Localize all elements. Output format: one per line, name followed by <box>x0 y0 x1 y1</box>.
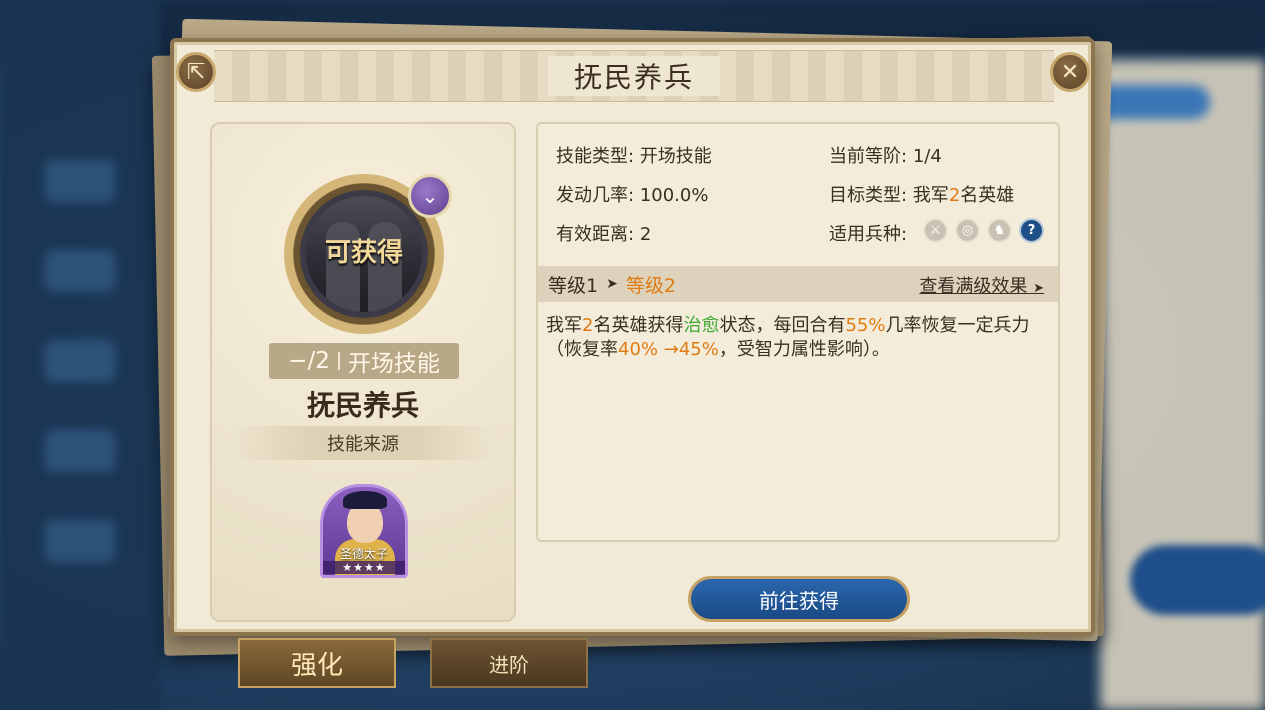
tab-advance[interactable]: 进阶 <box>430 638 588 688</box>
goto-obtain-button[interactable]: 前往获得 <box>688 576 910 622</box>
target-type-row: 目标类型: 我军2名英雄 <box>829 181 1014 207</box>
desc-text: ，受智力属性影响）。 <box>718 339 890 360</box>
skill-type-label: 技能类型: <box>556 146 635 167</box>
target-type-label: 目标类型: <box>829 185 908 206</box>
range-value: 2 <box>639 224 652 245</box>
level-next[interactable]: 等级2 <box>626 271 676 298</box>
title-bar: 抚民养兵 <box>214 50 1054 102</box>
current-rank-value: 1/4 <box>912 146 942 167</box>
desc-heal-to: 45% <box>678 339 719 360</box>
skill-detail-panel: 技能类型: 开场技能 当前等阶: 1/4 发动几率: 100.0% 目标类型: … <box>536 122 1060 542</box>
close-icon: ✕ <box>1060 59 1080 85</box>
range-label: 有效距离: <box>556 224 635 245</box>
help-icon[interactable]: ? <box>1019 218 1044 243</box>
desc-text: 名英雄获得 <box>593 315 684 336</box>
close-button[interactable]: ✕ <box>1050 52 1090 92</box>
desc-text: 我军 <box>546 315 582 336</box>
target-type-suffix: 名英雄 <box>960 185 1015 206</box>
background-sidebar-item <box>45 430 115 472</box>
desc-rate: 55% <box>845 315 886 336</box>
background-button <box>1130 545 1265 615</box>
trigger-rate-value: 100.0% <box>639 185 709 206</box>
skill-source-text: 技能来源 <box>327 434 399 455</box>
hero-card[interactable]: 圣德太子 ★★★★ <box>320 484 408 578</box>
skill-source-label: 技能来源 <box>232 426 494 460</box>
dialog-title: 抚民养兵 <box>547 56 720 96</box>
desc-status-heal: 治愈 <box>683 315 720 336</box>
view-max-level-link[interactable]: 查看满级效果 ➤ <box>919 272 1044 298</box>
level-current[interactable]: 等级1 <box>548 271 598 298</box>
arrow-right-icon: ➤ <box>1033 281 1044 296</box>
skill-type-row: 技能类型: 开场技能 <box>556 142 712 168</box>
skill-status-label: 可获得 <box>324 238 403 268</box>
skill-description: 我军2名英雄获得治愈状态，每回合有55%几率恢复一定兵力（恢复率40% →45%… <box>546 314 1046 362</box>
desc-hero-count: 2 <box>582 315 594 336</box>
skill-type-tag: 开场技能 <box>347 351 440 377</box>
troop-row: 适用兵种: <box>829 220 907 246</box>
share-button[interactable]: ⇱ <box>176 52 216 92</box>
bow-icon[interactable]: ◎ <box>955 218 980 243</box>
tag-separator <box>337 352 340 370</box>
background-sidebar-item <box>45 160 115 202</box>
trigger-rate-label: 发动几率: <box>556 185 635 206</box>
desc-heal-arrow: → <box>658 339 679 360</box>
target-type-prefix: 我军 <box>912 185 949 206</box>
skill-name: 抚民养兵 <box>306 389 419 422</box>
current-rank-label: 当前等阶: <box>829 146 908 167</box>
trigger-rate-row: 发动几率: 100.0% <box>556 181 708 207</box>
background-sidebar-item <box>45 340 115 382</box>
level-bar: 等级1 ➤ 等级2 查看满级效果 ➤ <box>538 266 1058 302</box>
expand-button[interactable]: ⌄ <box>408 174 452 218</box>
target-type-count: 2 <box>948 185 961 206</box>
skill-dialog: 抚民养兵 ⇱ ✕ 可获得 ⌄ −/2 开场技能 抚民养兵 技能来源 圣德太子 ★… <box>170 38 1095 636</box>
troop-label: 适用兵种: <box>829 224 908 245</box>
arrow-right-icon: ➤ <box>606 276 618 292</box>
skill-level-tag: −/2 <box>288 348 330 374</box>
tab-strengthen[interactable]: 强化 <box>238 638 396 688</box>
skill-type-value: 开场技能 <box>639 146 712 167</box>
skill-tag-bar: −/2 开场技能 <box>269 343 459 379</box>
hero-name: 圣德太子 <box>339 547 388 561</box>
horse-icon[interactable]: ♞ <box>987 218 1012 243</box>
skill-overview-panel: 可获得 ⌄ −/2 开场技能 抚民养兵 技能来源 圣德太子 ★★★★ <box>210 122 516 622</box>
background-sidebar-item <box>45 250 115 292</box>
view-max-level-text: 查看满级效果 <box>919 276 1028 297</box>
range-row: 有效距离: 2 <box>556 220 651 246</box>
desc-text: 状态，每回合有 <box>719 315 846 336</box>
current-rank-row: 当前等阶: 1/4 <box>829 142 942 168</box>
desc-heal-from: 40% <box>618 339 659 360</box>
hero-portrait-hat <box>343 491 387 509</box>
sword-icon[interactable]: ⚔ <box>923 218 948 243</box>
chevron-down-icon: ⌄ <box>421 184 439 208</box>
background-sidebar-item <box>45 520 115 562</box>
hero-stars: ★★★★ <box>323 561 405 574</box>
troop-icons: ⚔ ◎ ♞ ? <box>923 218 1044 243</box>
share-icon: ⇱ <box>186 59 206 85</box>
